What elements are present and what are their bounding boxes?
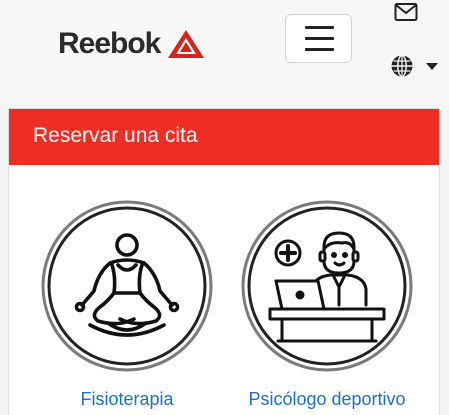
doctor-at-desk-icon xyxy=(241,200,413,372)
reebok-delta-logo-icon xyxy=(168,30,205,58)
booking-card: Reservar una cita Fisioterapia Psicólogo… xyxy=(8,108,440,415)
language-selector[interactable] xyxy=(390,54,442,80)
hamburger-line xyxy=(305,26,334,29)
hamburger-line xyxy=(305,37,334,40)
hamburger-menu-button[interactable] xyxy=(285,14,352,63)
option-fisioterapia[interactable]: Fisioterapia xyxy=(38,197,216,415)
page: Reebok Reservar una cita Fisioterapia Ps… xyxy=(0,0,449,415)
reebok-logo[interactable]: Reebok xyxy=(58,24,206,64)
card-title: Reservar una cita xyxy=(33,124,198,147)
globe-icon xyxy=(391,54,413,78)
envelope-icon[interactable] xyxy=(394,2,418,22)
hamburger-line xyxy=(305,48,334,51)
option-psicologo-deportivo[interactable]: Psicólogo deportivo xyxy=(238,197,416,415)
card-header: Reservar una cita xyxy=(9,109,439,165)
logo-text: Reebok xyxy=(58,27,161,60)
site-header: Reebok xyxy=(0,0,449,100)
option-label[interactable]: Psicólogo deportivo xyxy=(228,389,426,410)
yoga-meditation-icon xyxy=(41,200,213,372)
option-label[interactable]: Fisioterapia xyxy=(38,389,216,410)
caret-down-icon xyxy=(426,63,438,70)
